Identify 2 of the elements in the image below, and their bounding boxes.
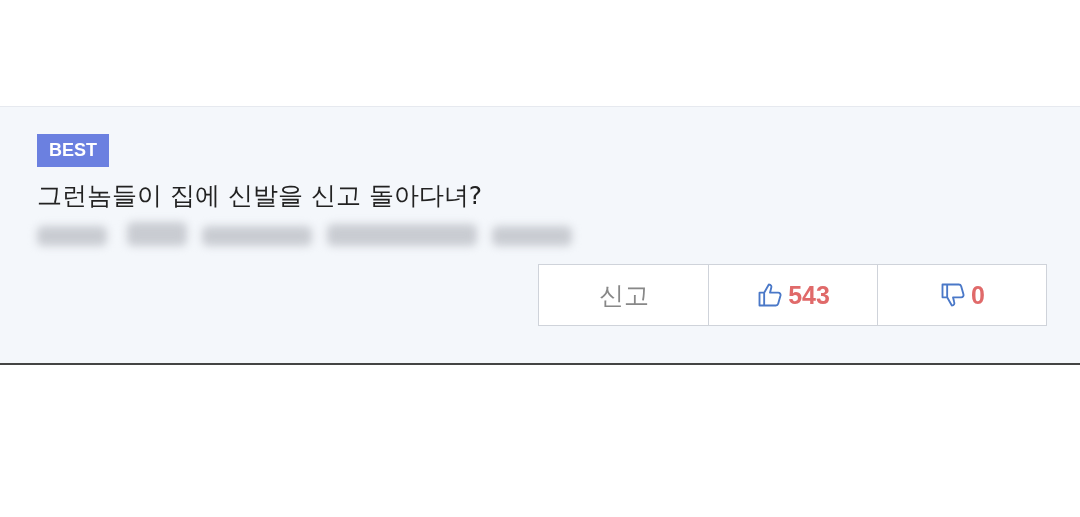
best-badge: BEST bbox=[37, 134, 109, 167]
comment-text: 그런놈들이 집에 신발을 신고 돌아다녀? bbox=[37, 180, 483, 212]
